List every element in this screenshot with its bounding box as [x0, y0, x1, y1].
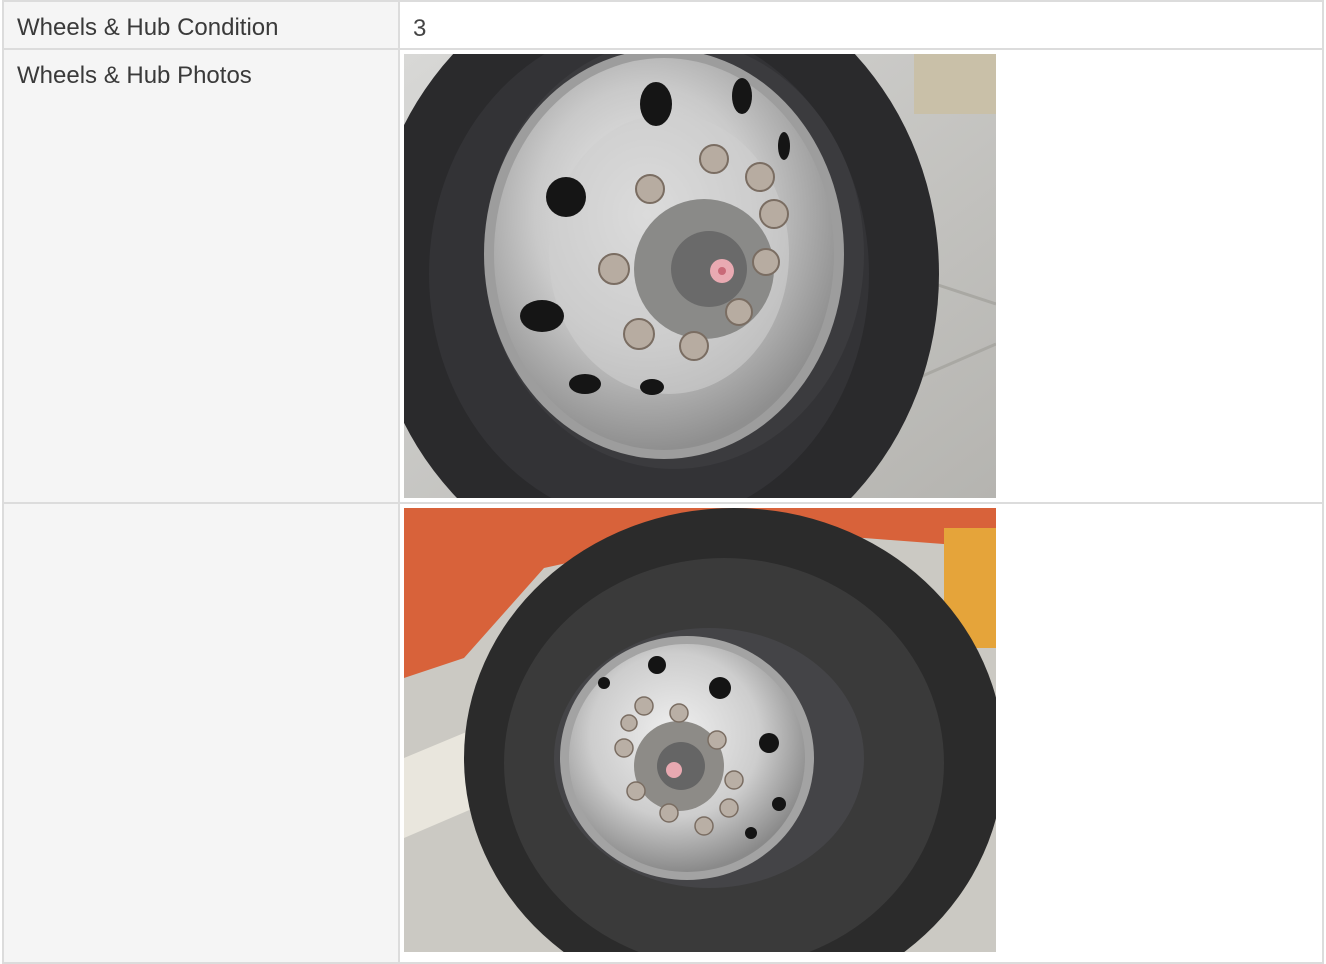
wheel-hub-photo-wide[interactable]	[404, 508, 996, 952]
inspection-table: Wheels & Hub Condition 3 Wheels & Hub Ph…	[2, 0, 1324, 964]
field-label: Wheels & Hub Photos	[2, 48, 400, 504]
wheel-hub-photo-closeup[interactable]	[404, 54, 996, 498]
field-label: Wheels & Hub Condition	[2, 0, 400, 50]
photo-cell	[398, 48, 1324, 504]
field-label	[2, 502, 400, 964]
table-row: Wheels & Hub Photos	[2, 48, 1324, 504]
field-value: 3	[398, 0, 1324, 50]
table-row	[2, 502, 1324, 964]
table-row: Wheels & Hub Condition 3	[2, 0, 1324, 50]
photo-cell	[398, 502, 1324, 964]
